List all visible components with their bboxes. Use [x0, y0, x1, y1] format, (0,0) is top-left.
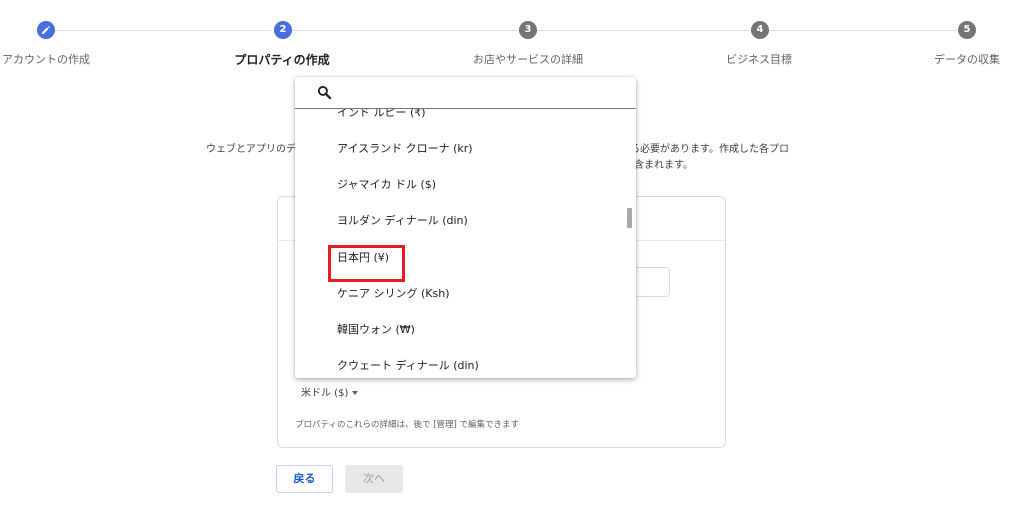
currency-option-jpy[interactable]: 日本円 (¥) — [295, 240, 625, 276]
stepper-connector — [769, 30, 957, 31]
currency-search-input[interactable] — [339, 81, 619, 105]
stepper-connector — [292, 30, 518, 31]
currency-option[interactable]: ヨルダン ディナール (din) — [295, 203, 625, 239]
description-line1-right: る必要があります。作成した各プロ — [630, 144, 789, 155]
search-icon — [317, 85, 332, 100]
caret-down-icon — [352, 391, 359, 395]
currency-option[interactable]: ケニア シリング (Ksh) — [295, 276, 625, 312]
step-1-label: アカウントの作成 — [2, 53, 90, 66]
stepper-connector — [537, 30, 750, 31]
back-button[interactable]: 戻る — [276, 465, 333, 493]
edit-pencil-icon — [42, 26, 50, 34]
currency-option[interactable]: アイスランド クローナ (kr) — [295, 131, 625, 167]
currency-search — [295, 77, 636, 109]
step-3-circle: 3 — [519, 21, 537, 39]
stepper-connector — [55, 30, 271, 31]
card-note: プロパティのこれらの詳細は、後で [管理] で編集できます — [295, 420, 520, 430]
description-line2-right: 含まれます。 — [634, 160, 693, 171]
currency-options-list: インド ルピー (₹) アイスランド クローナ (kr) ジャマイカ ドル ($… — [295, 109, 636, 378]
step-2-circle: 2 — [274, 21, 292, 39]
dropdown-scrollbar[interactable] — [627, 208, 632, 228]
currency-option[interactable]: クウェート ディナール (din) — [295, 348, 625, 378]
step-1-circle — [37, 21, 55, 39]
next-button[interactable]: 次へ — [345, 465, 403, 493]
currency-select-value: 米ドル ($) — [301, 388, 349, 399]
description-line1-left: ウェブとアプリのデ — [206, 144, 296, 155]
currency-option[interactable]: ジャマイカ ドル ($) — [295, 167, 625, 203]
step-3-label: お店やサービスの詳細 — [473, 53, 583, 66]
step-2-label: プロパティの作成 — [234, 53, 330, 67]
currency-option[interactable]: 韓国ウォン (₩) — [295, 312, 625, 348]
stepper: 2 3 4 5 アカウントの作成 プロパティの作成 お店やサービスの詳細 ビジネ… — [0, 0, 1024, 80]
currency-option[interactable]: インド ルピー (₹) — [295, 109, 625, 131]
currency-dropdown: インド ルピー (₹) アイスランド クローナ (kr) ジャマイカ ドル ($… — [295, 77, 636, 378]
step-5-label: データの収集 — [934, 53, 1000, 66]
step-4-circle: 4 — [751, 21, 769, 39]
step-4-label: ビジネス目標 — [726, 53, 792, 66]
property-name-input[interactable] — [632, 267, 670, 297]
currency-select[interactable]: 米ドル ($) — [301, 384, 359, 399]
step-5-circle: 5 — [958, 21, 976, 39]
